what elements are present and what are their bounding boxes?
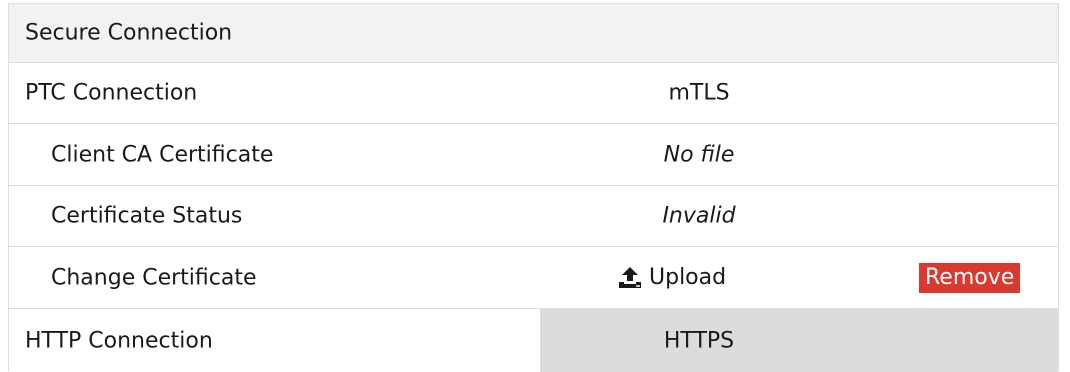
- row-certificate-status: Certificate Status Invalid: [9, 186, 1058, 247]
- certificate-status-value: Invalid: [662, 203, 736, 229]
- http-connection-label: HTTP Connection: [25, 328, 213, 353]
- settings-table: Secure Connection PTC Connection mTLS Cl…: [8, 3, 1059, 372]
- certificate-status-label: Certificate Status: [51, 203, 243, 229]
- row-change-certificate: Change Certificate Upload Remove: [9, 247, 1058, 309]
- row-http-connection[interactable]: HTTP Connection HTTPS: [9, 309, 1058, 372]
- upload-button-label: Upload: [649, 265, 727, 290]
- ptc-connection-label: PTC Connection: [25, 80, 198, 106]
- upload-button[interactable]: Upload: [617, 265, 726, 291]
- client-ca-certificate-label: Client CA Certificate: [51, 142, 274, 167]
- row-ptc-connection[interactable]: PTC Connection mTLS: [9, 63, 1058, 124]
- secure-connection-settings: Secure Connection PTC Connection mTLS Cl…: [0, 0, 1070, 372]
- change-certificate-label: Change Certificate: [51, 265, 257, 290]
- section-header: Secure Connection: [9, 4, 1058, 63]
- remove-button[interactable]: Remove: [919, 262, 1021, 293]
- http-connection-value-cell[interactable]: HTTPS: [540, 309, 1058, 372]
- row-client-ca-certificate: Client CA Certificate No file: [9, 124, 1058, 186]
- http-connection-value: HTTPS: [663, 328, 735, 353]
- upload-icon: [617, 265, 643, 291]
- client-ca-certificate-value: No file: [663, 142, 735, 167]
- ptc-connection-value[interactable]: mTLS: [668, 81, 729, 106]
- section-title: Secure Connection: [25, 20, 233, 46]
